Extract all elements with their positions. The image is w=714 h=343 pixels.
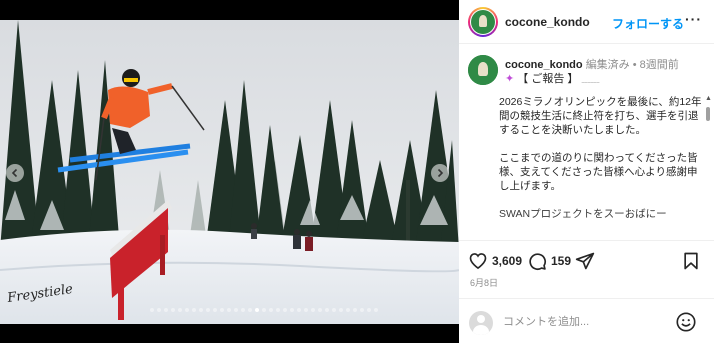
like-button[interactable]: 3,609 [468,251,522,271]
caption-body: 2026ミラノオリンピックを最後に、約12年間の競技生活に終止符を打ち、選手を引… [499,95,704,235]
share-button[interactable] [575,251,595,271]
smiley-face-icon[interactable] [675,311,697,333]
comment-count[interactable]: 159 [551,254,571,268]
post-side-panel: cocone_kondo フォローする ··· cocone_kondo 編集済… [459,0,714,343]
scroll-thumb[interactable] [706,107,710,121]
prev-slide-button[interactable] [6,164,24,182]
scroll-up-arrow-icon[interactable]: ▲ [705,95,712,102]
caption-scrollbar[interactable]: ▲ ▼ [705,95,712,240]
comment-button[interactable]: 159 [527,251,571,271]
post-time[interactable]: 8週間前 [640,59,679,71]
paper-plane-icon [575,252,595,270]
save-button[interactable] [681,251,701,271]
meta-separator: • [632,59,637,71]
header-username[interactable]: cocone_kondo [505,15,590,29]
comment-bar [459,298,714,343]
caption-headline-line: ✦ 【 ご報告 】 ﹏﹏ [505,70,599,86]
caption-area: cocone_kondo 編集済み • 8週間前 ✦ 【 ご報告 】 ﹏﹏ 20… [459,45,714,240]
post-media[interactable]: Freystiele [0,0,459,343]
caption-paragraph: SWANプロジェクトをスーおばにー [499,208,667,220]
like-count[interactable]: 3,609 [492,254,522,268]
avatar[interactable] [468,7,498,37]
next-slide-button[interactable] [431,164,449,182]
ski-jump-photo: Freystiele [0,20,459,324]
post-date[interactable]: 6月8日 [470,276,498,289]
bookmark-icon [684,252,698,270]
chevron-left-icon [11,168,18,178]
heart-icon [469,253,487,270]
sparkle-icon: ✦ [505,73,515,85]
caption-paragraph: 2026ミラノオリンピックを最後に、約12年間の競技生活に終止符を打ち、選手を引… [499,96,702,136]
decoration-icon: ﹏﹏ [581,74,600,84]
caption-paragraph: ここまでの道のりに関わってくださった皆様、支えてくださった皆様へ心より感謝申し上… [499,152,698,192]
current-user-avatar [469,311,493,335]
comment-input[interactable] [503,313,663,331]
chevron-right-icon [437,168,444,178]
more-options-button[interactable]: ··· [685,11,702,27]
caption-headline: 【 ご報告 】 [517,73,579,85]
slide-indicator [150,308,378,312]
post-header: cocone_kondo フォローする ··· [459,0,714,44]
follow-button[interactable]: フォローする [612,15,684,32]
comment-bubble-icon [529,253,547,271]
caption-avatar[interactable] [468,55,498,85]
